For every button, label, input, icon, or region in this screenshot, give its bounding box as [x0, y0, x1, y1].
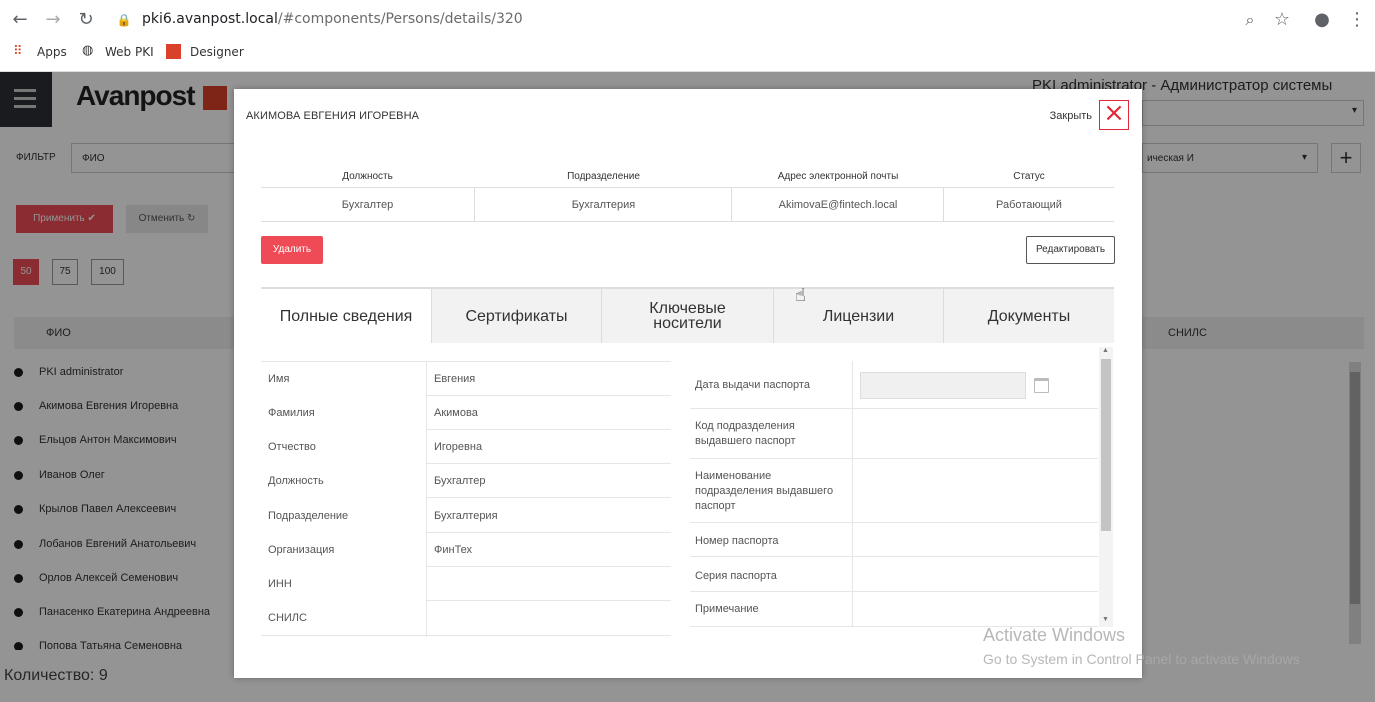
tab-documents[interactable]: Документы — [944, 289, 1114, 343]
menu-dots-icon[interactable]: ⋮ — [1345, 8, 1369, 32]
forward-icon[interactable]: → — [41, 8, 65, 32]
globe-icon: ◍ — [82, 43, 94, 58]
field-label-first-name: Имя — [268, 373, 290, 385]
address-bar[interactable]: pki6.avanpost.local/#components/Persons/… — [142, 11, 523, 27]
apps-grid-icon: ⠿ — [13, 44, 23, 59]
close-icon[interactable]: × — [1099, 100, 1129, 130]
tab-full-info[interactable]: Полные сведения — [261, 289, 432, 343]
field-label-inn: ИНН — [268, 578, 292, 590]
field-label-department: Подразделение — [268, 510, 349, 522]
summary-value-position: Бухгалтер — [341, 199, 394, 211]
person-details-modal: АКИМОВА ЕВГЕНИЯ ИГОРЕВНА Закрыть × Должн… — [234, 89, 1142, 678]
browser-chrome: ← → ↻ 🔒 pki6.avanpost.local/#components/… — [0, 0, 1375, 72]
field-value-organization: ФинТех — [434, 544, 473, 556]
details-scrollbar[interactable]: ▲ ▼ — [1099, 347, 1113, 627]
summary-value-email: AkimovaE@fintech.local — [778, 199, 898, 211]
field-label-passport-series: Серия паспорта — [695, 570, 777, 582]
activate-windows-title: Activate Windows — [983, 625, 1126, 645]
right-column-divider — [852, 361, 853, 627]
field-label-note: Примечание — [695, 603, 759, 615]
calendar-icon[interactable] — [1034, 378, 1049, 393]
field-label-passport-number: Номер паспорта — [695, 535, 779, 547]
lock-icon[interactable]: 🔒 — [112, 8, 136, 32]
summary-header-position: Должность — [342, 171, 393, 182]
designer-icon — [166, 44, 181, 59]
summary-value-status: Работающий — [996, 199, 1062, 211]
field-value-last-name: Акимова — [434, 407, 478, 419]
url-path: /#components/Persons/details/320 — [277, 11, 523, 27]
activate-windows-subtitle: Go to System in Control Panel to activat… — [983, 651, 1300, 667]
tab-key-carriers[interactable]: Ключевые носители — [602, 289, 774, 343]
summary-header-status: Статус — [1013, 171, 1045, 182]
scroll-down-icon[interactable]: ▼ — [1102, 616, 1109, 623]
summary-header-department: Подразделение — [567, 171, 640, 182]
field-value-first-name: Евгения — [434, 373, 476, 385]
field-label-snils: СНИЛС — [268, 612, 307, 624]
summary-header-email: Адрес электронной почты — [777, 171, 899, 182]
modal-title: АКИМОВА ЕВГЕНИЯ ИГОРЕВНА — [246, 110, 420, 122]
field-label-last-name: Фамилия — [268, 407, 315, 419]
tab-certificates[interactable]: Сертификаты — [432, 289, 602, 343]
bookmark-web-pki[interactable]: Web PKI — [105, 45, 154, 59]
zoom-icon[interactable]: ⌕ — [1238, 8, 1262, 32]
bookmark-designer[interactable]: Designer — [190, 45, 244, 59]
summary-value-department: Бухгалтерия — [571, 199, 636, 211]
summary-divider — [261, 187, 1114, 188]
left-column-divider — [426, 361, 427, 637]
scroll-up-icon[interactable]: ▲ — [1102, 347, 1109, 354]
field-label-issuer-name: Наименование подразделения выдавшего пас… — [695, 470, 834, 512]
field-label-issuer-code: Код подразделения выдавшего паспорт — [695, 420, 796, 447]
field-label-position: Должность — [268, 475, 324, 487]
bookmark-apps[interactable]: Apps — [37, 45, 67, 59]
url-host: pki6.avanpost.local — [142, 11, 278, 27]
field-value-position: Бухгалтер — [434, 475, 486, 487]
account-icon[interactable]: ● — [1310, 8, 1334, 32]
scroll-thumb[interactable] — [1101, 359, 1111, 531]
edit-button[interactable]: Редактировать — [1026, 236, 1115, 264]
field-label-patronymic: Отчество — [268, 441, 316, 453]
back-icon[interactable]: ← — [8, 8, 32, 32]
field-value-department: Бухгалтерия — [434, 510, 498, 522]
field-label-passport-date: Дата выдачи паспорта — [695, 379, 810, 391]
close-link[interactable]: Закрыть — [1050, 110, 1092, 122]
delete-button[interactable]: Удалить — [261, 236, 323, 264]
reload-icon[interactable]: ↻ — [74, 8, 98, 32]
hand-cursor-icon: ☝ — [795, 285, 806, 306]
passport-date-input[interactable] — [860, 372, 1026, 399]
details-tabs: Полные сведения Сертификаты Ключевые нос… — [261, 287, 1114, 343]
field-label-organization: Организация — [268, 544, 335, 556]
star-icon[interactable]: ☆ — [1270, 8, 1294, 32]
field-value-patronymic: Игоревна — [434, 441, 483, 453]
